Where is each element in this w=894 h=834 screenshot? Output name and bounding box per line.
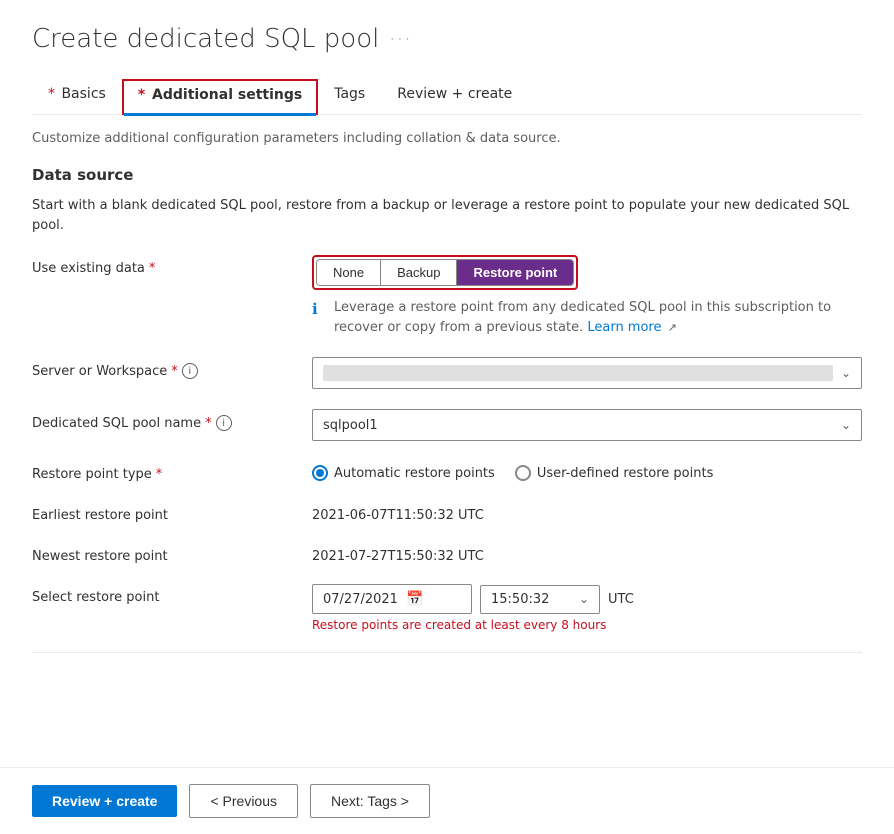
data-source-description: Start with a blank dedicated SQL pool, r…: [32, 196, 862, 235]
server-workspace-control: ⌄: [312, 357, 862, 389]
server-workspace-info-icon[interactable]: i: [182, 363, 198, 379]
dedicated-pool-control: sqlpool1 ⌄: [312, 409, 862, 441]
page-subtitle: Customize additional configuration param…: [32, 131, 862, 146]
next-button[interactable]: Next: Tags >: [310, 784, 430, 818]
restore-time-dropdown[interactable]: 15:50:32 ⌄: [480, 585, 600, 614]
external-link-icon: ↗: [668, 321, 677, 334]
earliest-restore-value: 2021-06-07T11:50:32 UTC: [312, 502, 862, 523]
learn-more-link[interactable]: Learn more: [587, 320, 661, 335]
server-workspace-label: Server or Workspace * i: [32, 357, 292, 379]
restore-point-type-control: Automatic restore points User-defined re…: [312, 461, 862, 481]
radio-user-defined-circle: [515, 465, 531, 481]
select-restore-label: Select restore point: [32, 584, 292, 605]
newest-restore-label: Newest restore point: [32, 543, 292, 564]
dedicated-pool-value: sqlpool1: [323, 418, 378, 433]
section-data-source: Data source: [32, 166, 862, 184]
tab-additional-settings[interactable]: * Additional settings: [122, 79, 318, 115]
footer: Review + create < Previous Next: Tags >: [0, 767, 894, 834]
newest-restore-row: Newest restore point 2021-07-27T15:50:32…: [32, 543, 862, 564]
earliest-restore-label: Earliest restore point: [32, 502, 292, 523]
dedicated-pool-row: Dedicated SQL pool name * i sqlpool1 ⌄: [32, 409, 862, 441]
radio-user-defined[interactable]: User-defined restore points: [515, 465, 714, 481]
newest-restore-control: 2021-07-27T15:50:32 UTC: [312, 543, 862, 564]
use-existing-data-row: Use existing data * None Backup Restore …: [32, 255, 862, 337]
newest-restore-value: 2021-07-27T15:50:32 UTC: [312, 543, 862, 564]
datetime-row: 07/27/2021 📅 15:50:32 ⌄ UTC: [312, 584, 862, 614]
toggle-backup[interactable]: Backup: [381, 260, 457, 285]
restore-date-input[interactable]: 07/27/2021 📅: [312, 584, 472, 614]
restore-date-value: 07/27/2021: [323, 592, 398, 607]
earliest-restore-control: 2021-06-07T11:50:32 UTC: [312, 502, 862, 523]
server-workspace-dropdown-arrow: ⌄: [841, 366, 851, 380]
review-create-button[interactable]: Review + create: [32, 785, 177, 817]
toggle-none[interactable]: None: [317, 260, 381, 285]
radio-automatic-circle: [312, 465, 328, 481]
dedicated-pool-dropdown-arrow: ⌄: [841, 418, 851, 432]
page-title: Create dedicated SQL pool ···: [32, 24, 862, 54]
page-title-dots: ···: [389, 29, 412, 50]
dedicated-pool-label: Dedicated SQL pool name * i: [32, 409, 292, 431]
restore-timezone-label: UTC: [608, 592, 634, 607]
use-existing-toggle-group: None Backup Restore point: [316, 259, 574, 286]
info-icon: ℹ: [312, 298, 328, 321]
tab-bar: * Basics * Additional settings Tags Revi…: [32, 78, 862, 115]
previous-button[interactable]: < Previous: [189, 784, 298, 818]
restore-point-type-radio-group: Automatic restore points User-defined re…: [312, 461, 862, 481]
radio-automatic[interactable]: Automatic restore points: [312, 465, 495, 481]
restore-point-info: ℹ Leverage a restore point from any dedi…: [312, 298, 862, 337]
page-title-text: Create dedicated SQL pool: [32, 24, 379, 54]
use-existing-label: Use existing data *: [32, 255, 292, 276]
tab-tags[interactable]: Tags: [318, 78, 381, 114]
toggle-restore-point[interactable]: Restore point: [457, 260, 573, 285]
server-workspace-dropdown[interactable]: ⌄: [312, 357, 862, 389]
footer-divider: [32, 652, 862, 653]
use-existing-control: None Backup Restore point ℹ Leverage a r…: [312, 255, 862, 337]
use-existing-toggle-container: None Backup Restore point: [312, 255, 578, 290]
restore-point-type-row: Restore point type * Automatic restore p…: [32, 461, 862, 482]
dedicated-pool-info-icon[interactable]: i: [216, 415, 232, 431]
restore-hint: Restore points are created at least ever…: [312, 618, 862, 632]
restore-point-type-label: Restore point type *: [32, 461, 292, 482]
select-restore-control: 07/27/2021 📅 15:50:32 ⌄ UTC Restore poin…: [312, 584, 862, 632]
tab-basics[interactable]: * Basics: [32, 78, 122, 114]
calendar-icon: 📅: [406, 591, 423, 607]
earliest-restore-row: Earliest restore point 2021-06-07T11:50:…: [32, 502, 862, 523]
restore-time-value: 15:50:32: [491, 592, 549, 607]
tab-review-create[interactable]: Review + create: [381, 78, 528, 114]
select-restore-row: Select restore point 07/27/2021 📅 15:50:…: [32, 584, 862, 632]
server-workspace-row: Server or Workspace * i ⌄: [32, 357, 862, 389]
dedicated-pool-dropdown[interactable]: sqlpool1 ⌄: [312, 409, 862, 441]
restore-time-arrow: ⌄: [579, 592, 589, 606]
